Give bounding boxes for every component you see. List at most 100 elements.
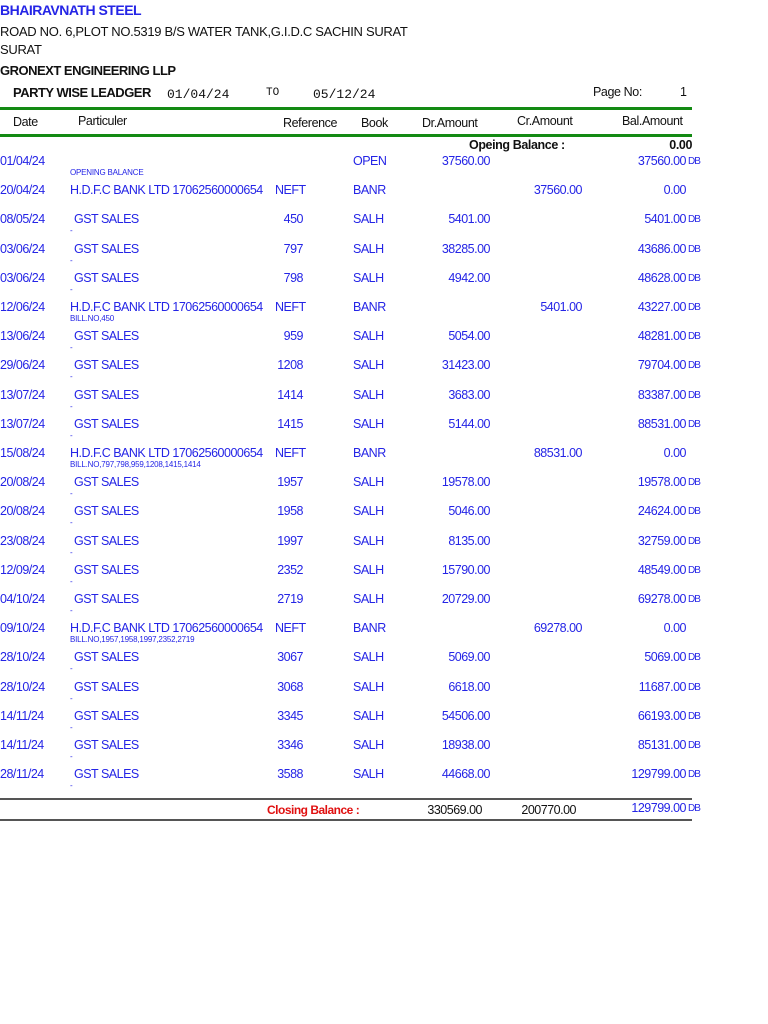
row-narration: -	[70, 693, 73, 703]
row-book: SALH	[353, 387, 384, 402]
row-bal-suffix: DB	[688, 272, 701, 284]
row-bal: 48281.00	[637, 329, 687, 344]
row-date: 28/10/24	[0, 650, 45, 665]
row-date: 12/09/24	[0, 562, 45, 577]
row-bal: 19578.00	[637, 475, 687, 490]
date-to: 05/12/24	[313, 87, 376, 102]
row-cr: 88531.00	[533, 446, 583, 460]
opening-balance-value: 0.00	[669, 138, 692, 152]
row-particular: GST SALES	[74, 329, 139, 344]
row-dr: 18938.00	[441, 738, 491, 752]
row-book: SALH	[353, 241, 384, 256]
row-particular: GST SALES	[74, 475, 139, 490]
row-book: BANR	[353, 183, 386, 198]
row-bal-suffix: DB	[688, 156, 701, 167]
row-bal-suffix: DB	[688, 418, 701, 430]
row-bal: 69278.00	[637, 592, 687, 606]
header-rule-bottom	[0, 134, 692, 137]
closing-rule-bottom	[0, 819, 692, 821]
row-book: BANR	[353, 300, 386, 314]
row-book: SALH	[353, 504, 384, 519]
row-date: 12/06/24	[0, 300, 45, 314]
row-book: SALH	[353, 416, 384, 431]
row-reference: 1415	[277, 416, 303, 431]
row-reference: 1957	[277, 475, 303, 490]
row-book: SALH	[353, 562, 384, 577]
row-date: 03/06/24	[0, 270, 45, 285]
row-bal: 48628.00	[637, 270, 687, 285]
row-narration: BILL.NO,450	[70, 314, 115, 323]
row-particular: GST SALES	[74, 767, 139, 782]
row-dr: 5069.00	[448, 650, 490, 665]
row-narration: OPENING BALANCE	[70, 168, 144, 177]
row-particular: GST SALES	[74, 387, 139, 402]
row-reference: 1958	[277, 504, 303, 519]
col-cr-amount: Cr.Amount	[517, 114, 573, 128]
row-bal: 32759.00	[637, 533, 687, 548]
row-narration: -	[70, 284, 73, 294]
page-number: 1	[680, 85, 687, 99]
row-particular: H.D.F.C BANK LTD 17062560000654	[70, 183, 263, 198]
row-date: 13/07/24	[0, 416, 45, 431]
row-bal: 88531.00	[637, 416, 687, 431]
row-particular: GST SALES	[74, 504, 139, 519]
closing-cr: 200770.00	[521, 803, 576, 817]
row-bal-suffix: DB	[688, 389, 701, 401]
row-bal: 0.00	[663, 183, 687, 198]
row-date: 03/06/24	[0, 241, 45, 256]
row-book: SALH	[353, 475, 384, 490]
row-book: OPEN	[353, 154, 387, 168]
row-dr: 5046.00	[448, 504, 490, 519]
row-book: SALH	[353, 650, 384, 665]
closing-dr: 330569.00	[427, 803, 482, 817]
row-book: SALH	[353, 358, 384, 373]
row-bal: 0.00	[663, 446, 687, 460]
row-date: 23/08/24	[0, 533, 45, 548]
row-bal: 5069.00	[644, 650, 686, 665]
row-narration: -	[70, 430, 73, 440]
row-reference: 3588	[277, 767, 303, 782]
row-particular: GST SALES	[74, 592, 139, 606]
row-date: 13/07/24	[0, 387, 45, 402]
row-particular: GST SALES	[74, 738, 139, 752]
col-date: Date	[13, 115, 38, 129]
row-bal-suffix: DB	[688, 360, 701, 372]
row-date: 29/06/24	[0, 358, 45, 373]
row-date: 13/06/24	[0, 329, 45, 344]
row-reference: 797	[283, 241, 304, 256]
row-cr: 37560.00	[533, 183, 583, 198]
row-bal: 0.00	[663, 621, 687, 636]
closing-balance-label: Closing Balance :	[267, 803, 360, 817]
row-reference: NEFT	[275, 446, 306, 460]
row-dr: 3683.00	[448, 387, 490, 402]
opening-balance-label: Opeing Balance :	[469, 138, 565, 152]
row-dr: 54506.00	[441, 708, 491, 723]
row-reference: 450	[283, 212, 304, 227]
row-bal-suffix: DB	[688, 769, 701, 781]
row-bal: 11687.00	[638, 679, 687, 694]
row-narration: -	[70, 255, 73, 265]
row-reference: 1414	[277, 387, 303, 402]
row-reference: 959	[283, 329, 304, 344]
row-bal: 85131.00	[637, 738, 687, 752]
row-narration: -	[70, 489, 73, 499]
row-dr: 8135.00	[448, 533, 490, 548]
row-particular: GST SALES	[74, 708, 139, 723]
row-reference: NEFT	[275, 621, 306, 636]
row-dr: 37560.00	[441, 154, 491, 168]
col-particular: Particuler	[78, 114, 127, 128]
closing-bal: 129799.00	[631, 801, 686, 815]
row-dr: 6618.00	[448, 679, 490, 694]
col-bal-amount: Bal.Amount	[622, 114, 683, 128]
row-narration: -	[70, 576, 73, 586]
row-book: SALH	[353, 212, 384, 227]
row-narration: -	[70, 343, 73, 353]
row-bal-suffix: DB	[688, 506, 701, 518]
row-bal-suffix: DB	[688, 535, 701, 547]
row-narration: -	[70, 752, 73, 761]
company-name: BHAIRAVNATH STEEL	[0, 2, 142, 18]
row-reference: NEFT	[275, 300, 306, 314]
row-narration: -	[70, 722, 73, 732]
header-rule-top	[0, 107, 692, 110]
row-book: SALH	[353, 708, 384, 723]
